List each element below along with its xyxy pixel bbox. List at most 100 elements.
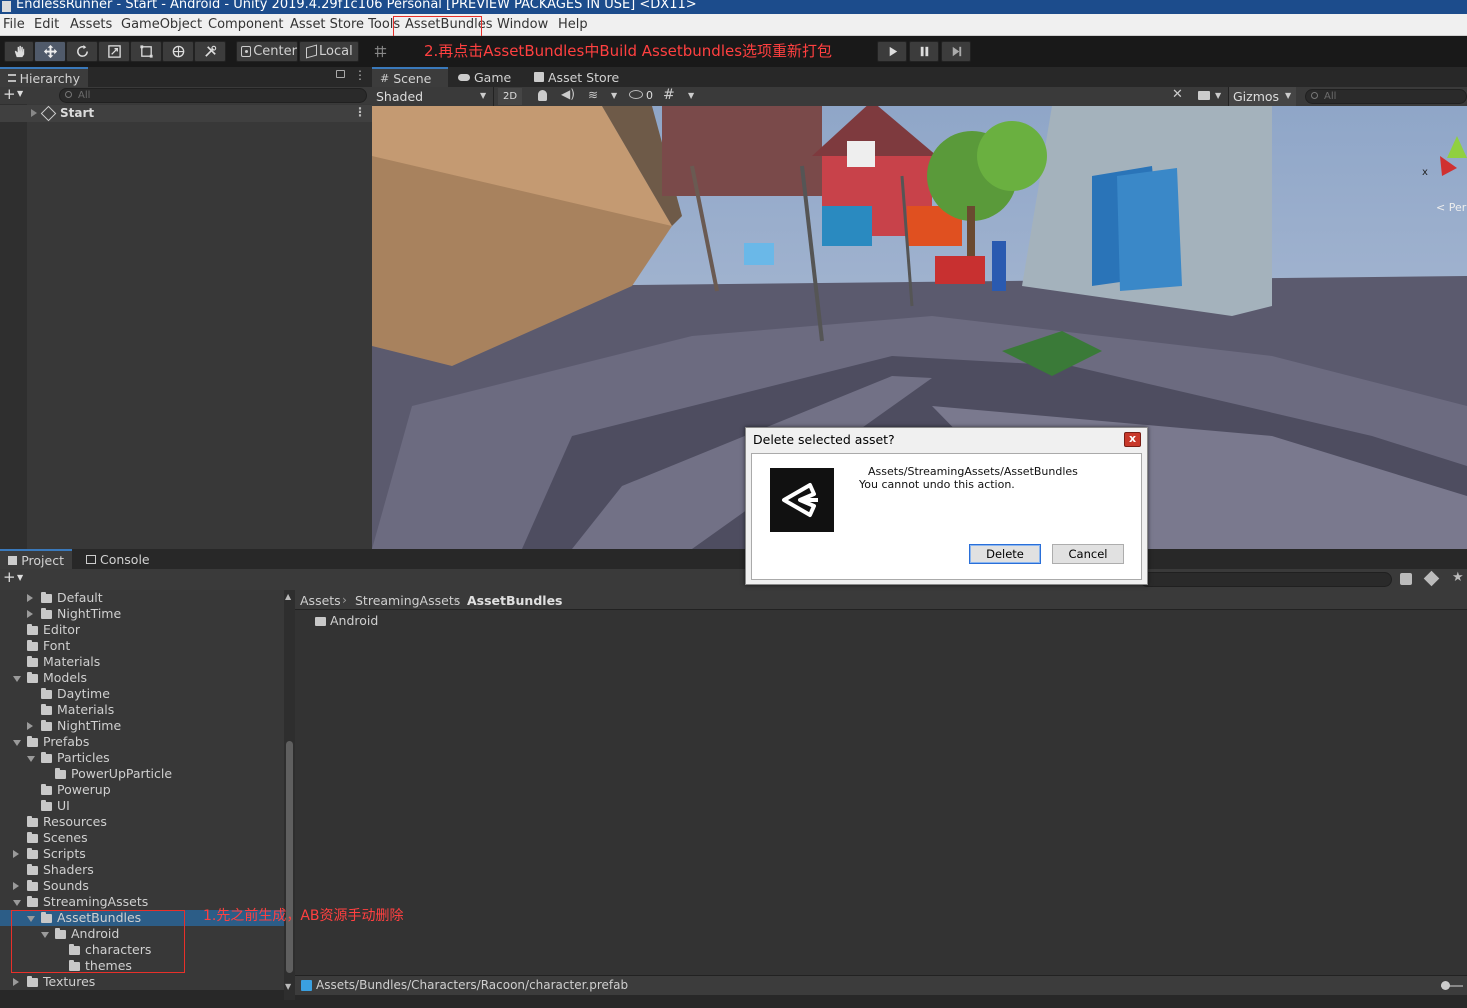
tree-row-ui[interactable]: UI bbox=[0, 798, 284, 814]
create-plus-icon[interactable]: + bbox=[3, 568, 16, 586]
hidden-objects-eye-icon[interactable] bbox=[629, 90, 643, 99]
tree-row-default[interactable]: Default bbox=[0, 590, 284, 606]
menu-help[interactable]: Help bbox=[558, 17, 588, 32]
tree-row-resources[interactable]: Resources bbox=[0, 814, 284, 830]
expanded-arrow-icon[interactable] bbox=[13, 676, 21, 682]
custom-tool-button[interactable] bbox=[194, 41, 226, 62]
hand-tool-button[interactable] bbox=[4, 41, 34, 62]
tree-row-scripts[interactable]: Scripts bbox=[0, 846, 284, 862]
tree-row-editor[interactable]: Editor bbox=[0, 622, 284, 638]
tools-icon[interactable]: ✕ bbox=[1172, 87, 1183, 102]
cancel-button[interactable]: Cancel bbox=[1052, 544, 1124, 564]
lock-icon[interactable] bbox=[336, 70, 345, 78]
effects-layers-icon[interactable]: ≋ bbox=[588, 88, 598, 102]
menu-edit[interactable]: Edit bbox=[34, 17, 59, 32]
breadcrumb-streamingassets[interactable]: StreamingAssets bbox=[355, 593, 460, 608]
menu-assets[interactable]: Assets bbox=[70, 17, 112, 32]
grid-icon[interactable]: # bbox=[663, 87, 675, 103]
label-tag-icon[interactable] bbox=[1423, 570, 1440, 587]
scene-search-input[interactable]: All bbox=[1305, 89, 1467, 104]
audio-speaker-icon[interactable]: ◀) bbox=[561, 87, 575, 101]
gizmos-dropdown[interactable]: Gizmos ▼ bbox=[1228, 87, 1296, 106]
rect-tool-button[interactable] bbox=[130, 41, 162, 62]
tree-row-nighttime[interactable]: NightTime bbox=[0, 718, 284, 734]
tree-row-textures[interactable]: Textures bbox=[0, 974, 284, 990]
grid-snap-button[interactable] bbox=[368, 41, 392, 62]
tree-row-label: Textures bbox=[43, 974, 96, 989]
scale-tool-button[interactable] bbox=[98, 41, 130, 62]
collapsed-arrow-icon[interactable] bbox=[27, 722, 33, 730]
collapsed-arrow-icon[interactable] bbox=[27, 610, 33, 618]
tree-row-nighttime[interactable]: NightTime bbox=[0, 606, 284, 622]
search-by-type-icon[interactable] bbox=[1400, 573, 1412, 585]
project-search-input[interactable] bbox=[1140, 572, 1392, 587]
favorite-star-icon[interactable]: ★ bbox=[1452, 570, 1464, 585]
chevron-down-icon[interactable]: ▼ bbox=[611, 91, 617, 100]
collapsed-arrow-icon[interactable] bbox=[27, 594, 33, 602]
chevron-down-icon[interactable]: ▼ bbox=[1215, 91, 1221, 100]
step-button[interactable] bbox=[941, 41, 971, 62]
chevron-down-icon[interactable]: ▼ bbox=[17, 89, 23, 98]
tab-console[interactable]: Console bbox=[78, 549, 158, 569]
collapsed-arrow-icon[interactable] bbox=[13, 882, 19, 890]
pivot-space-button[interactable]: Local bbox=[299, 41, 359, 62]
move-tool-button[interactable] bbox=[34, 41, 66, 62]
hierarchy-search-input[interactable]: All bbox=[59, 88, 367, 103]
lighting-bulb-icon[interactable] bbox=[538, 90, 547, 101]
tree-row-prefabs[interactable]: Prefabs bbox=[0, 734, 284, 750]
item-menu-icon[interactable]: ⋮ bbox=[354, 105, 366, 119]
menu-asset-store-tools[interactable]: Asset Store Tools bbox=[290, 17, 400, 32]
tree-row-materials[interactable]: Materials bbox=[0, 702, 284, 718]
tab-scene[interactable]: # Scene bbox=[372, 67, 448, 87]
tab-game[interactable]: Game bbox=[450, 67, 519, 87]
tab-asset-store[interactable]: Asset Store bbox=[526, 67, 627, 87]
shading-mode-dropdown[interactable]: Shaded ▼ bbox=[372, 87, 494, 106]
tree-scrollbar[interactable]: ▲ ▼ bbox=[284, 590, 295, 1000]
folder-icon bbox=[41, 704, 52, 715]
pause-button[interactable] bbox=[909, 41, 939, 62]
breadcrumb-assetbundles[interactable]: AssetBundles bbox=[467, 593, 562, 608]
scroll-down-arrow-icon[interactable]: ▼ bbox=[285, 982, 291, 991]
tree-row-shaders[interactable]: Shaders bbox=[0, 862, 284, 878]
collapsed-arrow-icon[interactable] bbox=[13, 978, 19, 986]
transform-tool-button[interactable] bbox=[162, 41, 194, 62]
hierarchy-item-start[interactable]: Start ⋮ bbox=[0, 105, 372, 122]
menu-component[interactable]: Component bbox=[208, 17, 283, 32]
chevron-down-icon[interactable]: ▼ bbox=[17, 573, 23, 582]
play-button[interactable] bbox=[877, 41, 907, 62]
tree-row-models[interactable]: Models bbox=[0, 670, 284, 686]
panel-menu-icon[interactable]: ⋮ bbox=[354, 68, 366, 82]
rotate-tool-button[interactable] bbox=[66, 41, 98, 62]
tree-row-daytime[interactable]: Daytime bbox=[0, 686, 284, 702]
tree-row-scenes[interactable]: Scenes bbox=[0, 830, 284, 846]
chevron-down-icon[interactable]: ▼ bbox=[688, 91, 694, 100]
tree-row-sounds[interactable]: Sounds bbox=[0, 878, 284, 894]
tree-row-powerupparticle[interactable]: PowerUpParticle bbox=[0, 766, 284, 782]
tree-scroll-thumb[interactable] bbox=[286, 741, 293, 973]
menu-gameobject[interactable]: GameObject bbox=[121, 17, 202, 32]
delete-button[interactable]: Delete bbox=[969, 544, 1041, 564]
menu-file[interactable]: File bbox=[3, 17, 25, 32]
camera-icon[interactable] bbox=[1198, 91, 1210, 100]
close-icon[interactable]: x bbox=[1124, 432, 1141, 447]
scroll-up-arrow-icon[interactable]: ▲ bbox=[285, 592, 291, 601]
2d-mode-toggle[interactable]: 2D bbox=[498, 88, 522, 105]
tab-hierarchy[interactable]: Hierarchy bbox=[0, 67, 88, 87]
expanded-arrow-icon[interactable] bbox=[13, 900, 21, 906]
expanded-arrow-icon[interactable] bbox=[27, 756, 35, 762]
tree-row-particles[interactable]: Particles bbox=[0, 750, 284, 766]
expanded-arrow-icon[interactable] bbox=[13, 740, 21, 746]
collapsed-arrow-icon[interactable] bbox=[13, 850, 19, 858]
icon-size-slider-knob[interactable] bbox=[1441, 981, 1450, 990]
menu-window[interactable]: Window bbox=[497, 17, 548, 32]
tree-row-materials[interactable]: Materials bbox=[0, 654, 284, 670]
expand-arrow-icon[interactable] bbox=[31, 109, 37, 117]
content-item-android[interactable]: Android bbox=[313, 613, 413, 629]
pivot-mode-button[interactable]: Center bbox=[236, 41, 298, 62]
dialog-asset-path: Assets/StreamingAssets/AssetBundles bbox=[868, 465, 1078, 478]
tab-project[interactable]: Project bbox=[0, 549, 72, 569]
tree-row-powerup[interactable]: Powerup bbox=[0, 782, 284, 798]
breadcrumb-assets[interactable]: Assets bbox=[300, 593, 341, 608]
create-plus-icon[interactable]: + bbox=[3, 85, 16, 103]
tree-row-font[interactable]: Font bbox=[0, 638, 284, 654]
